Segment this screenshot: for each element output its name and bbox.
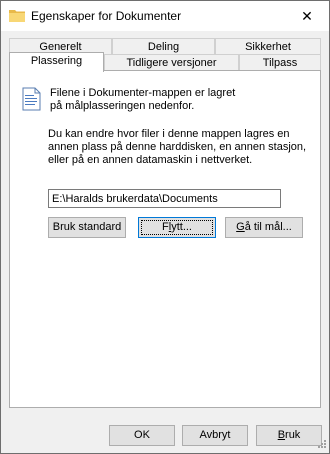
folder-description: Filene i Dokumenter-mappen er lagret på … (50, 87, 236, 112)
tab-tilpass[interactable]: Tilpass (239, 54, 321, 71)
tab-label: Sikkerhet (245, 41, 291, 53)
tab-tidligere-versjoner[interactable]: Tidligere versjoner (104, 54, 239, 71)
tab-sikkerhet[interactable]: Sikkerhet (215, 38, 321, 55)
tab-deling[interactable]: Deling (112, 38, 215, 55)
close-icon: ✕ (301, 7, 313, 24)
title-bar[interactable]: Egenskaper for Dokumenter ✕ (1, 1, 329, 31)
location-path-field[interactable] (48, 189, 281, 208)
properties-dialog: Egenskaper for Dokumenter ✕ Generelt Del… (0, 0, 330, 454)
apply-hotkey: B (277, 429, 286, 441)
find-target-label: å til mål... (244, 221, 292, 233)
tab-label: Tidligere versjoner (126, 57, 217, 69)
tab-label: Plassering (30, 55, 83, 67)
restore-default-button[interactable]: Bruk standard (48, 217, 126, 238)
folder-icon (9, 10, 25, 22)
move-label-hotkey: l (168, 221, 172, 233)
move-label-post: ytt... (171, 221, 192, 233)
cancel-button[interactable]: Avbryt (182, 425, 248, 446)
location-instructions: Du kan endre hvor filer i denne mappen l… (48, 128, 307, 166)
tab-label: Tilpass (262, 57, 298, 69)
move-label-pre: F (162, 221, 169, 233)
find-target-button[interactable]: Gå til mål... (225, 217, 303, 238)
apply-button[interactable]: Bruk (256, 425, 322, 446)
document-folder-icon (22, 87, 41, 111)
location-panel: Filene i Dokumenter-mappen er lagret på … (9, 70, 321, 408)
ok-button[interactable]: OK (109, 425, 175, 446)
resize-grip-icon[interactable] (315, 439, 327, 451)
move-button[interactable]: Flytt... (138, 217, 216, 238)
tab-label: Deling (147, 41, 180, 53)
tab-plassering[interactable]: Plassering (9, 52, 104, 72)
window-title: Egenskaper for Dokumenter (31, 9, 182, 23)
close-button[interactable]: ✕ (285, 1, 329, 31)
apply-label: ruk (285, 429, 301, 441)
find-target-hotkey: G (236, 221, 245, 233)
